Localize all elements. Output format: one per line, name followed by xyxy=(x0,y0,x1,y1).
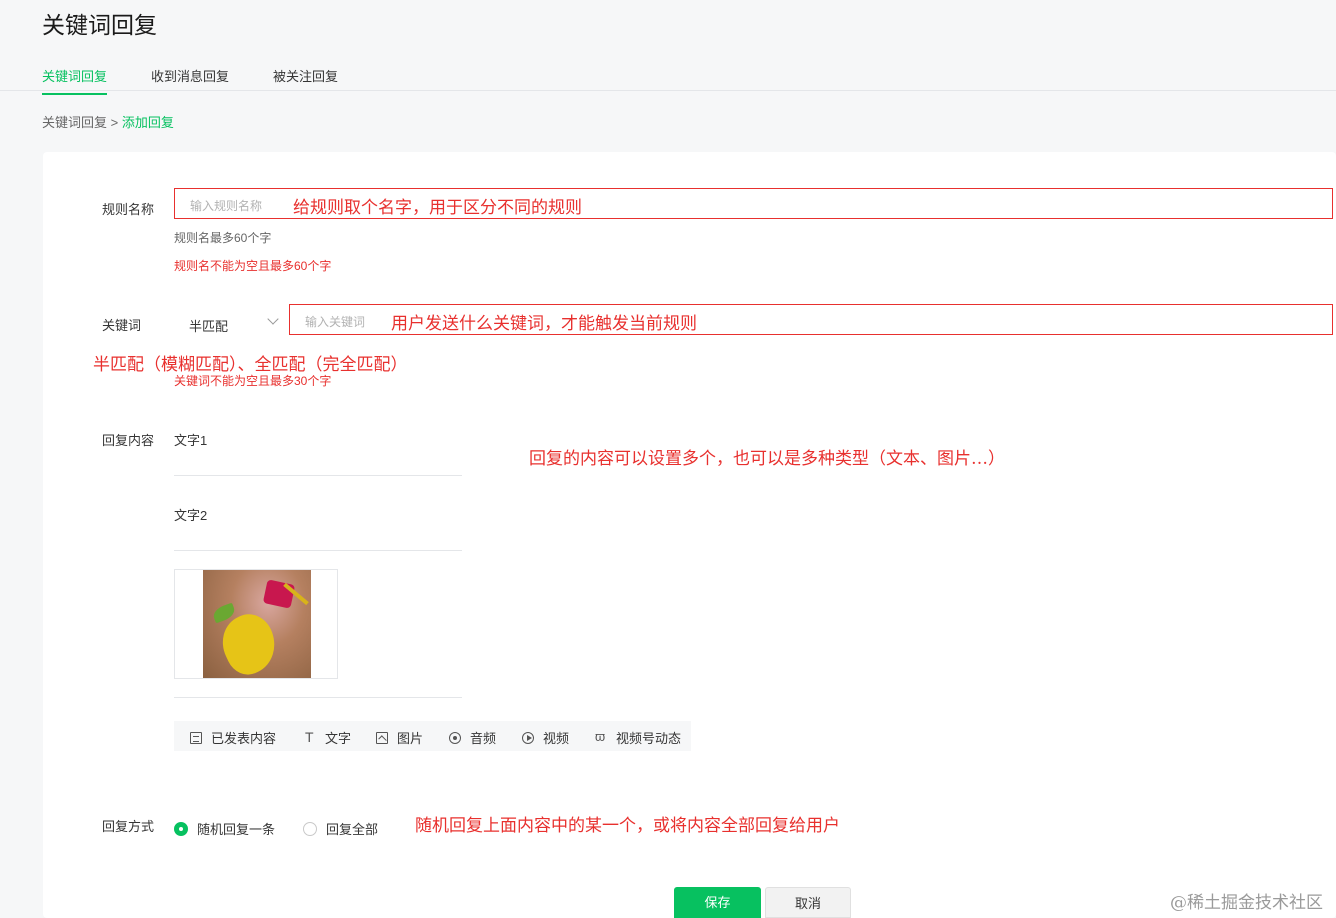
breadcrumb: 关键词回复 > 添加回复 xyxy=(42,112,174,131)
keyword-label: 关键词 xyxy=(102,318,142,333)
reply-item[interactable]: 文字2 xyxy=(174,505,462,551)
tool-label: 音频 xyxy=(470,731,497,746)
tool-label: 已发表内容 xyxy=(211,731,277,746)
content-type-toolbar: 已发表内容 文字 图片 音频 视频 视频号动态 xyxy=(174,721,691,751)
radio-checked-icon xyxy=(174,821,188,836)
radio-unchecked-icon xyxy=(303,821,317,836)
reply-mode-label: 回复方式 xyxy=(102,819,155,834)
video-icon xyxy=(522,731,534,744)
tool-label: 图片 xyxy=(397,731,424,746)
rule-name-annotation: 给规则取个名字，用于区分不同的规则 xyxy=(293,198,582,218)
reply-content-label: 回复内容 xyxy=(102,433,155,448)
audio-icon xyxy=(449,731,461,744)
radio-label: 回复全部 xyxy=(326,822,379,837)
cancel-button[interactable]: 取消 xyxy=(765,887,851,918)
radio-reply-all[interactable]: 回复全部 xyxy=(303,819,378,838)
rule-name-label: 规则名称 xyxy=(102,202,155,217)
reply-content-annotation: 回复的内容可以设置多个，也可以是多种类型（文本、图片…） xyxy=(529,449,1005,469)
reply-item[interactable]: 文字1 xyxy=(174,430,462,476)
image-icon xyxy=(376,731,388,744)
tool-label: 视频 xyxy=(543,731,570,746)
channels-icon xyxy=(595,729,607,744)
radio-label: 随机回复一条 xyxy=(197,822,276,837)
gift-shape xyxy=(262,579,296,609)
tab-follow-reply[interactable]: 被关注回复 xyxy=(273,66,338,93)
watermark: @稀土掘金技术社区 xyxy=(1170,893,1323,913)
tool-image[interactable]: 图片 xyxy=(376,728,423,747)
tool-text[interactable]: 文字 xyxy=(304,728,351,747)
divider xyxy=(174,697,462,698)
match-mode-value: 半匹配 xyxy=(189,319,229,334)
document-icon xyxy=(190,731,202,744)
save-button[interactable]: 保存 xyxy=(674,887,761,918)
keyword-placeholder: 输入关键词 xyxy=(305,315,366,329)
keyword-error: 关键词不能为空且最多30个字 xyxy=(174,374,332,388)
keyword-annotation: 用户发送什么关键词，才能触发当前规则 xyxy=(391,314,697,334)
tab-keyword-reply[interactable]: 关键词回复 xyxy=(42,66,108,95)
match-mode-select[interactable]: 半匹配 xyxy=(174,306,286,337)
tool-video[interactable]: 视频 xyxy=(522,728,569,747)
tab-message-reply[interactable]: 收到消息回复 xyxy=(151,66,229,93)
chevron-down-icon xyxy=(267,313,279,325)
tool-label: 文字 xyxy=(325,731,352,746)
tool-channels[interactable]: 视频号动态 xyxy=(595,728,681,747)
page-title: 关键词回复 xyxy=(42,12,157,38)
reply-item-text: 文字2 xyxy=(174,508,208,523)
breadcrumb-current: 添加回复 xyxy=(121,115,174,130)
reply-image-item[interactable] xyxy=(174,569,338,679)
text-icon xyxy=(304,729,316,745)
reply-item-text: 文字1 xyxy=(174,433,208,448)
breadcrumb-separator: > xyxy=(110,115,119,130)
rule-name-placeholder: 输入规则名称 xyxy=(190,199,263,213)
rule-name-hint: 规则名最多60个字 xyxy=(174,231,272,245)
radio-random-reply[interactable]: 随机回复一条 xyxy=(174,819,275,838)
reply-mode-annotation: 随机回复上面内容中的某一个，或将内容全部回复给用户 xyxy=(415,816,840,836)
reply-image xyxy=(203,570,311,678)
tab-bar: 关键词回复 收到消息回复 被关注回复 xyxy=(0,60,1336,95)
tool-audio[interactable]: 音频 xyxy=(449,728,496,747)
rule-name-error: 规则名不能为空且最多60个字 xyxy=(174,259,332,273)
tool-published-content[interactable]: 已发表内容 xyxy=(190,728,276,747)
breadcrumb-parent[interactable]: 关键词回复 xyxy=(42,115,107,130)
tool-label: 视频号动态 xyxy=(616,731,682,746)
